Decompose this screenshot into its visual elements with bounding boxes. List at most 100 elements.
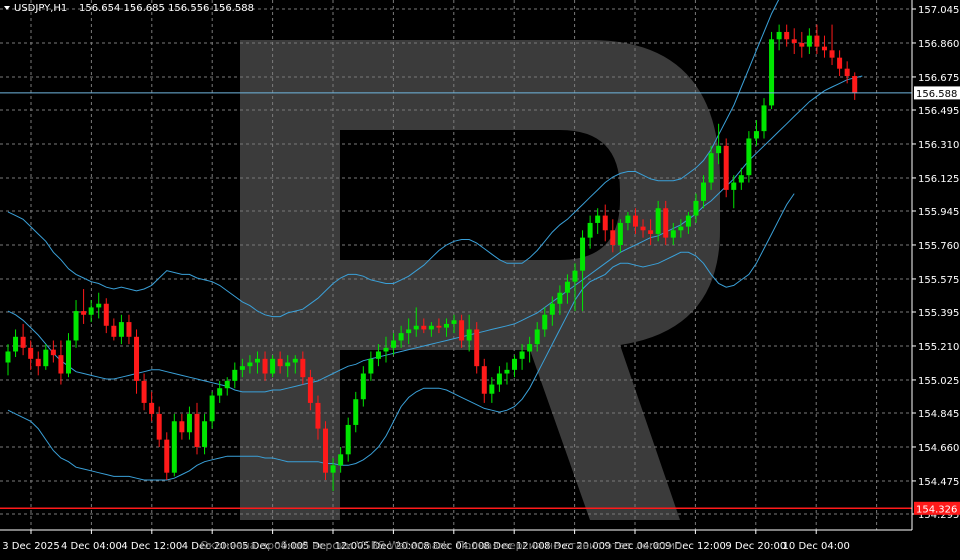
candle-body xyxy=(171,421,177,473)
candle-body xyxy=(663,208,669,238)
y-tick-label: 155.760 xyxy=(918,241,959,252)
candle-body xyxy=(731,182,737,190)
y-tick-label: 154.660 xyxy=(918,443,959,454)
candle-body xyxy=(746,138,752,176)
candle-body xyxy=(217,388,223,396)
candle-body xyxy=(459,320,465,341)
candle-body xyxy=(270,358,276,374)
candle-body xyxy=(406,329,412,334)
candle xyxy=(746,131,752,183)
candle-body xyxy=(466,329,472,341)
x-tick-label: 4 Dec 04:00 xyxy=(61,541,122,552)
candle-body xyxy=(738,175,744,183)
candle-body xyxy=(232,369,238,381)
candle-body xyxy=(436,325,442,328)
candle-body xyxy=(262,358,268,374)
candle-body xyxy=(504,369,510,374)
candle-body xyxy=(65,340,71,374)
y-tick-label: 156.495 xyxy=(918,106,959,117)
y-tick-label: 156.675 xyxy=(918,73,959,84)
candle-body xyxy=(527,344,533,352)
y-tick-label: 155.575 xyxy=(918,275,959,286)
candle-body xyxy=(701,182,707,201)
candle-body xyxy=(277,358,283,367)
candle-body xyxy=(791,39,797,43)
candle-body xyxy=(806,35,812,47)
ohlc-readout: 156.654 156.685 156.556 156.588 xyxy=(79,3,254,14)
candle-body xyxy=(610,230,616,245)
candle-body xyxy=(103,303,109,326)
candle-body xyxy=(391,340,397,348)
candle-body xyxy=(88,307,94,315)
candle-body xyxy=(716,145,722,154)
candle-body xyxy=(81,311,87,315)
candle-body xyxy=(58,355,64,374)
candle-body xyxy=(141,380,147,403)
candle-body xyxy=(451,320,457,324)
candle xyxy=(474,322,480,374)
candle-body xyxy=(769,39,775,106)
candle-body xyxy=(549,303,555,315)
candle-body xyxy=(149,402,155,414)
candle-body xyxy=(209,395,215,422)
candle-body xyxy=(761,105,767,132)
y-tick-label: 157.045 xyxy=(918,5,959,16)
chart-window[interactable]: R 157.045156.860156.675156.495156.310156… xyxy=(0,0,960,556)
candle-body xyxy=(126,322,132,337)
candle-body xyxy=(648,230,654,234)
candle-body xyxy=(852,76,858,93)
candle-body xyxy=(20,336,26,348)
candle-body xyxy=(50,349,56,356)
candle-body xyxy=(799,42,805,47)
x-tick-label: 4 Dec 12:00 xyxy=(121,541,182,552)
candle xyxy=(323,421,329,481)
candle-body xyxy=(96,303,102,308)
chart-header: USDJPY,H1 156.654 156.685 156.556 156.58… xyxy=(4,3,254,14)
candle-body xyxy=(179,421,185,433)
price-chart[interactable]: R 157.045156.860156.675156.495156.310156… xyxy=(0,0,960,556)
candle-body xyxy=(330,465,336,473)
x-tick-label: 9 Dec 20:00 xyxy=(725,541,786,552)
y-tick-label: 156.310 xyxy=(918,140,959,151)
symbol-label: USDJPY,H1 xyxy=(14,3,67,14)
candle-body xyxy=(723,145,729,190)
y-tick-label: 155.945 xyxy=(918,207,959,218)
y-tick-label: 155.395 xyxy=(918,308,959,319)
y-tick-label: 155.025 xyxy=(918,376,959,387)
candle-body xyxy=(202,421,208,447)
candle-body xyxy=(814,35,820,47)
candle-body xyxy=(512,358,518,370)
candle-body xyxy=(617,222,623,245)
candle-body xyxy=(292,358,298,363)
candle-body xyxy=(194,413,200,447)
candle-body xyxy=(557,292,563,304)
candle-body xyxy=(28,347,34,359)
y-tick-label: 154.475 xyxy=(918,477,959,488)
candle-body xyxy=(784,31,790,40)
candle-body xyxy=(595,215,601,223)
candle-body xyxy=(519,351,525,359)
candle-body xyxy=(670,230,676,238)
candle-body xyxy=(587,222,593,238)
candle-body xyxy=(844,68,850,77)
candle-body xyxy=(708,153,714,183)
candle-body xyxy=(678,226,684,231)
candle-body xyxy=(602,215,608,231)
candle-body xyxy=(428,325,434,330)
candle-body xyxy=(413,325,419,330)
candle-body xyxy=(421,325,427,330)
candle-body xyxy=(837,57,843,69)
candle-body xyxy=(315,402,321,429)
candle-body xyxy=(134,336,140,381)
candle-body xyxy=(186,413,192,433)
candle-body xyxy=(474,329,480,367)
candle-body xyxy=(572,270,578,282)
candle-body xyxy=(360,373,366,400)
candle-body xyxy=(443,323,449,328)
candle xyxy=(769,31,775,110)
candle-body xyxy=(625,215,631,223)
candle-body xyxy=(685,215,691,227)
candle-body xyxy=(300,358,306,378)
candle-body xyxy=(383,347,389,352)
candle-body xyxy=(821,46,827,51)
